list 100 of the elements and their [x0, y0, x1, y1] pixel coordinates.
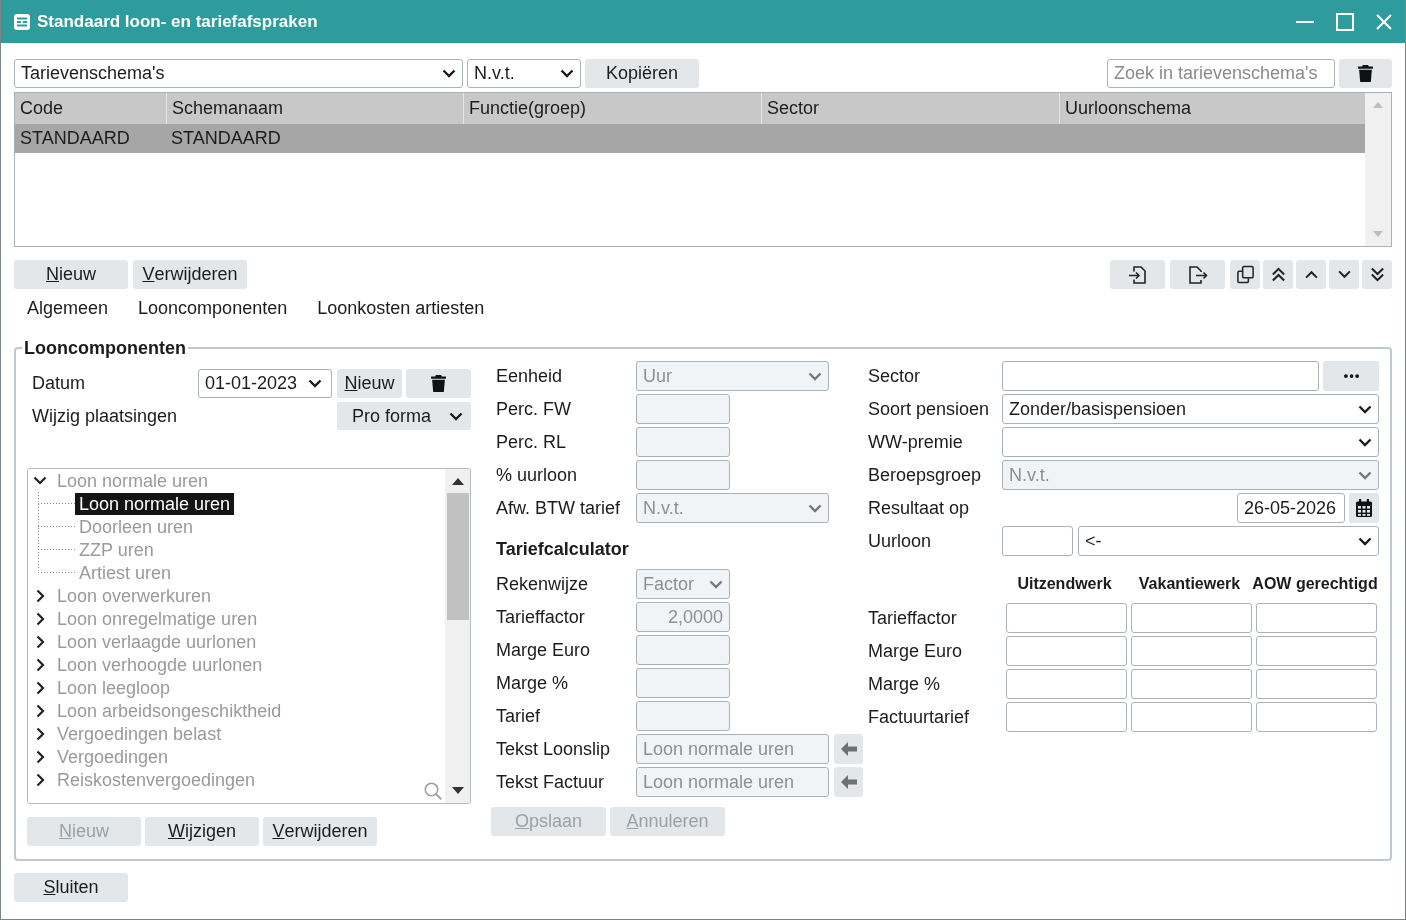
input-field[interactable] [1002, 361, 1319, 391]
chevron-down-icon [709, 579, 723, 589]
copy-button[interactable]: Kopiëren [585, 59, 699, 88]
input-field[interactable] [1006, 636, 1127, 666]
field-label: Marge Euro [868, 640, 964, 662]
close-button[interactable]: Sluiten [14, 873, 128, 902]
field-label: Sector [868, 365, 922, 387]
column-header: Uitzendwerk [1017, 574, 1112, 594]
scrollbar[interactable] [445, 469, 470, 803]
field-label: Factuurtarief [868, 706, 971, 728]
input-field[interactable] [1256, 669, 1377, 699]
dropdown-button[interactable]: Pro forma [337, 402, 471, 430]
dropdown[interactable]: Tarievenschema's [14, 59, 463, 88]
input-field[interactable] [1131, 636, 1252, 666]
field-label: Marge Euro [496, 639, 592, 661]
table-cell-text: STANDAARD [19, 127, 131, 150]
field-label: Soort pensioen [868, 398, 991, 420]
input-field[interactable] [1002, 526, 1073, 556]
chevron-up-icon [1303, 270, 1319, 279]
calendar-button[interactable] [1349, 493, 1379, 523]
chevron-down-icon [308, 379, 322, 388]
chevron-down-icon [1358, 404, 1372, 414]
move-top-button[interactable] [1263, 260, 1293, 289]
column-header[interactable]: Code [15, 93, 166, 124]
chevron-down-icon [808, 503, 822, 513]
document-arrow-in-icon [1127, 264, 1148, 285]
field-label: Eenheid [496, 365, 564, 387]
dropdown[interactable]: <- [1078, 526, 1379, 556]
chevron-down-icon [1358, 536, 1372, 546]
import-button[interactable] [1110, 260, 1165, 289]
field-label: Resultaat op [868, 497, 971, 519]
dropdown[interactable] [1002, 427, 1379, 457]
action-button[interactable]: Wijzigen [145, 817, 259, 846]
minimize-icon[interactable] [1296, 20, 1314, 23]
search-icon[interactable] [424, 782, 442, 800]
action-button[interactable]: Verwijderen [263, 817, 377, 846]
field-label: Tekst Factuur [496, 771, 606, 793]
trash-icon [431, 375, 446, 392]
move-down-button[interactable] [1329, 260, 1359, 289]
tab[interactable]: Loonkosten artiesten [317, 297, 485, 319]
input-field[interactable] [1006, 603, 1127, 633]
dropdown[interactable]: N.v.t. [467, 59, 581, 88]
field-label: Marge % [496, 672, 570, 694]
action-button[interactable]: Nieuw [14, 260, 128, 289]
section-heading: Tariefcalculator [496, 538, 629, 560]
action-button[interactable]: Verwijderen [133, 260, 247, 289]
tab[interactable]: Algemeen [27, 297, 109, 319]
double-chevron-up-icon [1270, 267, 1286, 282]
field-label: Wijzig plaatsingen [31, 405, 179, 427]
app-icon [14, 13, 30, 30]
arrow-left-icon [840, 775, 857, 789]
move-bottom-button[interactable] [1362, 260, 1392, 289]
trash-icon [1358, 65, 1373, 82]
arrow-left-icon [840, 742, 857, 756]
input-field[interactable] [1006, 669, 1127, 699]
chevron-down-icon [808, 371, 822, 381]
field-label: Datum [31, 373, 86, 394]
field-label: Tekst Loonslip [496, 738, 612, 760]
double-chevron-down-icon [1369, 267, 1385, 282]
input-field[interactable] [1256, 636, 1377, 666]
input-field[interactable] [1006, 702, 1127, 732]
maximize-icon[interactable] [1336, 12, 1354, 31]
field-label: Afw. BTW tarief [496, 497, 622, 519]
input-field[interactable] [1131, 669, 1252, 699]
field-label: Marge % [868, 673, 942, 695]
field-label: Perc. RL [496, 431, 568, 453]
date-dropdown[interactable]: 01-01-2023 [198, 369, 332, 398]
export-button[interactable] [1170, 260, 1225, 289]
delete-button[interactable] [1339, 59, 1392, 88]
close-icon[interactable] [1376, 13, 1392, 30]
tab[interactable]: Looncomponenten [138, 297, 288, 319]
table-cell-text: STANDAARD [170, 127, 282, 150]
input-field[interactable] [1256, 702, 1377, 732]
field-label: Uurloon [868, 530, 933, 552]
chevron-down-icon [442, 69, 456, 78]
duplicate-button[interactable] [1230, 260, 1260, 289]
field-label: Tarieffactor [496, 606, 586, 628]
copy-text-button[interactable] [834, 767, 863, 797]
chevron-down-icon [560, 69, 574, 78]
search-field[interactable]: Zoek in tarievenschema's [1107, 59, 1335, 88]
input-field[interactable] [1131, 603, 1252, 633]
browse-button[interactable] [1323, 361, 1379, 391]
copy-text-button[interactable] [834, 734, 863, 764]
move-up-button[interactable] [1296, 260, 1326, 289]
field-label: Rekenwijze [496, 573, 590, 595]
field-label: Tarieffactor [868, 607, 958, 629]
delete-button[interactable] [406, 369, 471, 398]
dropdown[interactable]: Zonder/basispensioen [1002, 394, 1379, 424]
table-row[interactable]: STANDAARD STANDAARD [15, 124, 1365, 153]
chevron-down-icon [1358, 437, 1372, 447]
input-field[interactable] [1256, 603, 1377, 633]
scroll-up-icon[interactable] [451, 478, 464, 485]
scroll-down-icon[interactable] [451, 787, 464, 794]
field-label: Tarief [496, 705, 541, 727]
scrollbar-thumb[interactable] [446, 493, 469, 620]
new-button[interactable]: Nieuw [337, 369, 402, 398]
document-arrow-out-icon [1186, 264, 1209, 285]
date-field[interactable]: 26-05-2026 [1237, 493, 1345, 523]
input-field[interactable] [1131, 702, 1252, 732]
calendar-icon [1356, 499, 1372, 517]
